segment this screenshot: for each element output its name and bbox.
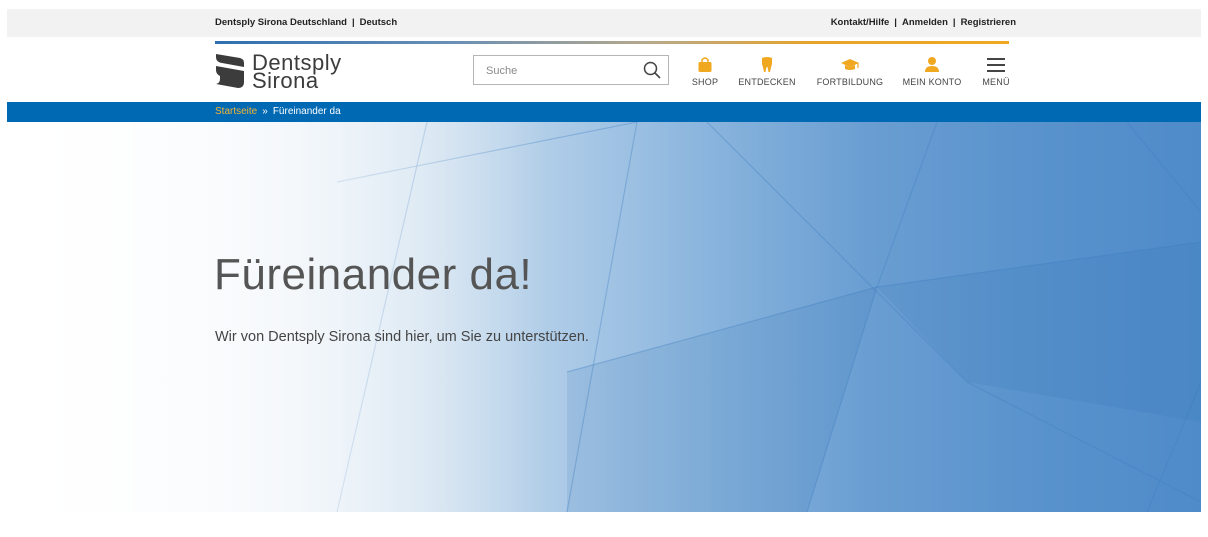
dentsply-sirona-logo[interactable]: Dentsply Sirona <box>214 50 364 93</box>
nav-menu-label: MENÜ <box>982 77 1010 87</box>
hero-background-pattern <box>7 122 1201 512</box>
search-box <box>473 55 669 85</box>
hamburger-menu-icon <box>987 58 1005 72</box>
nav-shop-label: SHOP <box>691 77 719 87</box>
nav-mein-konto[interactable]: MEIN KONTO <box>900 56 964 87</box>
hero-subtitle: Wir von Dentsply Sirona sind hier, um Si… <box>215 329 589 345</box>
breadcrumb: Startseite» Füreinander da <box>215 106 341 117</box>
breadcrumb-current: Füreinander da <box>272 106 341 117</box>
nav-fortbildung-label: FORTBILDUNG <box>816 77 884 87</box>
nav-fortbildung[interactable]: FORTBILDUNG <box>814 56 886 87</box>
logo-text-sirona: Sirona <box>252 68 319 93</box>
site-region-label[interactable]: Dentsply Sirona Deutschland <box>215 17 347 28</box>
breadcrumb-home-link[interactable]: Startseite <box>215 106 257 117</box>
shopping-bag-icon <box>698 57 712 72</box>
hero-banner: Füreinander da! Wir von Dentsply Sirona … <box>7 122 1201 512</box>
search-input[interactable] <box>484 62 638 80</box>
nav-mein-konto-label: MEIN KONTO <box>902 77 962 87</box>
nav-menu[interactable]: MENÜ <box>980 56 1012 87</box>
login-link[interactable]: Anmelden <box>902 17 948 28</box>
accent-stripe <box>215 41 1009 44</box>
contact-help-link[interactable]: Kontakt/Hilfe <box>831 17 890 28</box>
user-account-icon <box>925 57 939 72</box>
account-links: Kontakt/Hilfe | Anmelden | Registrieren <box>830 17 1016 28</box>
nav-entdecken-label: ENTDECKEN <box>738 77 796 87</box>
logo-mark-icon <box>216 54 244 88</box>
top-utility-bar: Dentsply Sirona Deutschland | Deutsch Kont… <box>7 9 1201 37</box>
nav-entdecken[interactable]: ENTDECKEN <box>736 56 798 87</box>
language-label[interactable]: Deutsch <box>360 17 397 28</box>
nav-shop[interactable]: SHOP <box>690 56 720 87</box>
tooth-icon <box>762 57 772 72</box>
hero-title: Füreinander da! <box>214 250 533 299</box>
search-icon[interactable] <box>643 61 661 79</box>
register-link[interactable]: Registrieren <box>961 17 1016 28</box>
breadcrumb-bar: Startseite» Füreinander da <box>7 102 1201 122</box>
region-language-selector[interactable]: Dentsply Sirona Deutschland | Deutsch <box>215 17 397 28</box>
graduation-cap-icon <box>841 59 859 70</box>
